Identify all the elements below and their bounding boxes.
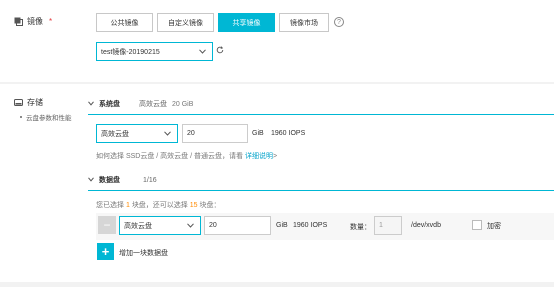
required-mark: * — [49, 17, 53, 26]
add-disk-label[interactable]: 增加一块数据盘 — [119, 248, 168, 258]
encrypt-checkbox[interactable] — [472, 220, 482, 230]
chevron-down-icon — [88, 100, 94, 108]
system-disk-type-value: 高效云盘 — [101, 130, 129, 138]
device-name: /dev/xvdb — [411, 222, 441, 229]
tab-label: 自定义镜像 — [168, 19, 203, 27]
data-disk-type-select[interactable]: 高效云盘 — [119, 216, 201, 235]
refresh-icon[interactable] — [216, 46, 224, 56]
chevron-down-icon — [88, 176, 94, 184]
data-disk-divider — [88, 190, 554, 191]
image-icon — [14, 17, 23, 26]
system-disk-size-input[interactable]: 20 — [182, 124, 248, 143]
data-disk-count: 1/16 — [143, 176, 157, 184]
storage-section-label: 存储 — [14, 97, 43, 108]
system-disk-title: 系统盘 — [99, 101, 120, 108]
data-disk-unit: GiB — [276, 222, 288, 229]
storage-panel: 存储 云盘参数和性能 系统盘 高效云盘 20 GiB 高效云盘 20 GiB 1… — [0, 84, 554, 282]
quantity-value: 1 — [379, 222, 383, 229]
image-panel: 镜像 * 公共镜像 自定义镜像 共享镜像 镜像市场 ? test镜像-201902… — [0, 0, 554, 82]
data-disk-size-value: 20 — [209, 222, 217, 229]
storage-label: 存储 — [27, 98, 43, 107]
system-disk-hint: 如何选择 SSD云盘 / 高效云盘 / 普通云盘，请看 详细说明> — [96, 151, 277, 161]
system-disk-type-select[interactable]: 高效云盘 — [96, 124, 178, 143]
selected-count: 1 — [125, 202, 130, 209]
selection-text: 块盘，还可以选择 — [131, 202, 188, 209]
remaining-count: 15 — [189, 202, 198, 209]
tab-shared-image[interactable]: 共享镜像 — [218, 13, 275, 32]
shared-image-select[interactable]: test镜像-20190215 — [96, 42, 213, 61]
chevron-down-icon — [199, 48, 206, 56]
system-disk-divider — [88, 114, 554, 115]
subnav-disk-params[interactable]: 云盘参数和性能 — [20, 112, 72, 122]
system-disk-summary-type: 高效云盘 — [139, 101, 167, 108]
system-disk-summary-size: 20 GiB — [172, 100, 194, 108]
hint-text: 如何选择 SSD云盘 / 高效云盘 / 普通云盘，请看 — [96, 153, 244, 160]
tab-custom-image[interactable]: 自定义镜像 — [157, 13, 214, 32]
chevron-down-icon — [187, 222, 194, 230]
bullet-icon — [20, 116, 22, 118]
add-disk-button[interactable]: + — [97, 243, 114, 260]
chevron-down-icon — [164, 130, 171, 138]
hint-arrow: > — [272, 153, 278, 160]
encrypt-label: 加密 — [487, 223, 501, 230]
tab-label: 镜像市场 — [290, 19, 318, 27]
tab-public-image[interactable]: 公共镜像 — [96, 13, 153, 32]
quantity-input[interactable]: 1 — [374, 216, 402, 235]
tab-label: 公共镜像 — [110, 19, 139, 27]
details-link[interactable]: 详细说明 — [245, 153, 273, 160]
data-disk-type-value: 高效云盘 — [124, 222, 152, 230]
data-disk-title: 数据盘 — [99, 177, 120, 184]
system-disk-header[interactable]: 系统盘 高效云盘 20 GiB — [88, 99, 193, 109]
remove-disk-button[interactable]: − — [98, 216, 116, 234]
selected-image-value: test镜像-20190215 — [101, 48, 160, 56]
data-disk-selection-text: 您已选择 1 块盘，还可以选择 15 块盘： — [96, 200, 221, 210]
system-disk-iops: 1960 IOPS — [271, 130, 306, 137]
disk-icon — [14, 98, 23, 107]
tab-image-market[interactable]: 镜像市场 — [279, 13, 329, 32]
selection-text: 块盘： — [199, 202, 221, 209]
quantity-label: 数量： — [350, 224, 371, 231]
data-disk-header[interactable]: 数据盘 1/16 — [88, 175, 157, 185]
system-disk-unit: GiB — [252, 130, 264, 137]
subnav-label: 云盘参数和性能 — [26, 115, 72, 122]
image-label: 镜像 — [27, 17, 43, 26]
system-disk-size-value: 20 — [187, 130, 195, 137]
help-icon[interactable]: ? — [334, 17, 344, 27]
data-disk-iops: 1960 IOPS — [293, 222, 328, 229]
image-section-label: 镜像 * — [14, 16, 52, 27]
selection-text: 您已选择 — [96, 202, 124, 209]
data-disk-size-input[interactable]: 20 — [204, 216, 271, 235]
tab-label: 共享镜像 — [232, 19, 261, 27]
